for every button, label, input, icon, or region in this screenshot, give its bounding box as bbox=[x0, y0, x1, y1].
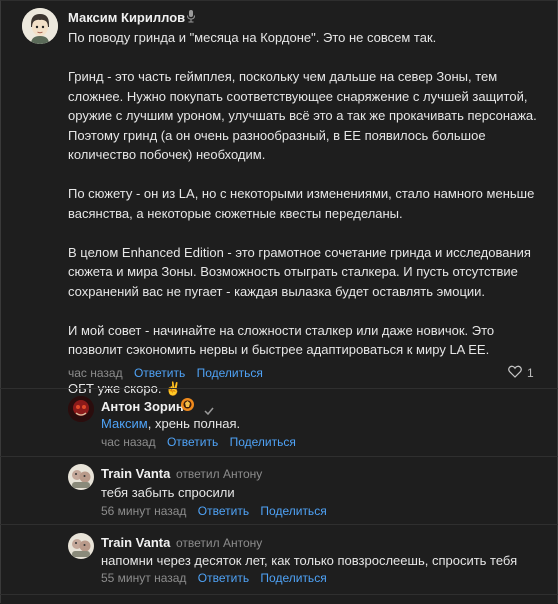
reply-button[interactable]: Ответить bbox=[167, 435, 218, 449]
reply-actions: 55 минут назад Ответить Поделиться bbox=[101, 571, 327, 585]
reply-author[interactable]: Антон Зорин bbox=[101, 399, 184, 414]
avatar[interactable] bbox=[22, 8, 58, 44]
reply-button[interactable]: Ответить bbox=[198, 504, 249, 518]
reply-text: , хрень полная. bbox=[147, 416, 241, 431]
microphone-icon bbox=[186, 9, 196, 28]
reply-time: 56 минут назад bbox=[101, 504, 187, 518]
reply-body: Максим, хрень полная. bbox=[101, 416, 240, 431]
heart-icon bbox=[508, 365, 522, 381]
avatar[interactable] bbox=[68, 533, 94, 559]
reply-text: напомни через десяток лет, как только по… bbox=[101, 553, 518, 568]
comment-paragraph: В целом Enhanced Edition - это грамотное… bbox=[68, 244, 531, 299]
replied-to: ответил Антону bbox=[176, 467, 263, 481]
avatar[interactable] bbox=[68, 396, 94, 422]
share-button[interactable]: Поделиться bbox=[230, 435, 296, 449]
reply-author-name[interactable]: Train Vanta bbox=[101, 535, 170, 550]
divider bbox=[0, 456, 558, 457]
like-button[interactable]: 1 bbox=[508, 365, 534, 381]
comment-paragraph: Гринд - это часть геймплея, поскольку че… bbox=[68, 69, 537, 162]
comment-paragraph: По сюжету - он из LA, но с некоторыми из… bbox=[68, 186, 535, 221]
divider bbox=[0, 388, 558, 389]
avatar[interactable] bbox=[68, 464, 94, 490]
divider bbox=[0, 594, 558, 595]
comment-paragraph: По поводу гринда и "месяца на Кордоне". … bbox=[68, 30, 437, 45]
share-button[interactable]: Поделиться bbox=[260, 571, 326, 585]
replied-to: ответил Антону bbox=[176, 536, 263, 550]
share-button[interactable]: Поделиться bbox=[197, 366, 263, 380]
comment-actions: час назад Ответить Поделиться bbox=[68, 366, 263, 380]
reply-actions: 56 минут назад Ответить Поделиться bbox=[101, 504, 327, 518]
comment-body: По поводу гринда и "месяца на Кордоне". … bbox=[68, 28, 544, 418]
share-button[interactable]: Поделиться bbox=[260, 504, 326, 518]
divider bbox=[0, 524, 558, 525]
reply-author: Train Vanta ответил Антону bbox=[101, 535, 262, 550]
reply-actions: час назад Ответить Поделиться bbox=[101, 435, 296, 449]
comment-author[interactable]: Максим Кириллов bbox=[68, 10, 185, 25]
like-count: 1 bbox=[527, 366, 534, 380]
comment-time: час назад bbox=[68, 366, 123, 380]
reply-button[interactable]: Ответить bbox=[134, 366, 185, 380]
badge-icon bbox=[180, 397, 195, 417]
reply-time: 55 минут назад bbox=[101, 571, 187, 585]
reply-button[interactable]: Ответить bbox=[198, 571, 249, 585]
reply-time: час назад bbox=[101, 435, 156, 449]
mention-link[interactable]: Максим bbox=[101, 416, 148, 431]
reply-author: Train Vanta ответил Антону bbox=[101, 466, 262, 481]
reply-author-name[interactable]: Train Vanta bbox=[101, 466, 170, 481]
reply-text: тебя забыть спросили bbox=[101, 485, 235, 500]
comment-paragraph: И мой совет - начинайте на сложности ста… bbox=[68, 322, 495, 358]
